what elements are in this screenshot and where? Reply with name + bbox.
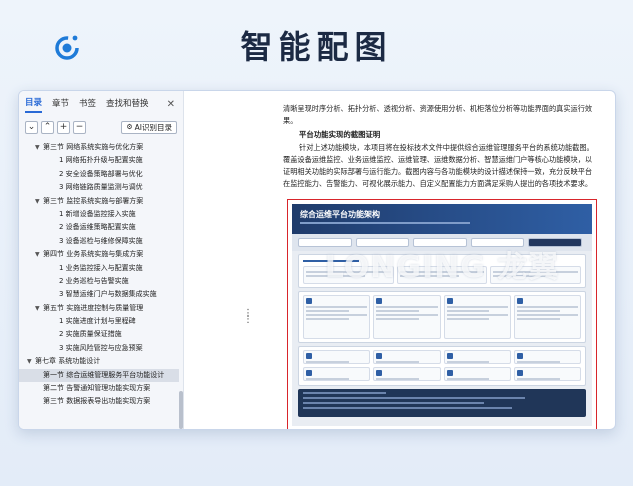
toc-item-label: 3 网络链路质量监测与调优 bbox=[59, 183, 143, 192]
selected-figure[interactable]: 综合运维平台功能架构 LONGING 龙翼 bbox=[287, 199, 597, 429]
toc-item[interactable]: 3 设备巡检与维修保障实施 bbox=[19, 235, 179, 248]
toc-item[interactable]: ▼ 第三节 网络系统实施与优化方案 bbox=[19, 141, 179, 154]
figure-card bbox=[373, 350, 441, 364]
toc-item-label: 3 实施风险管控与应急预案 bbox=[59, 343, 143, 352]
figure-card bbox=[513, 367, 581, 381]
tab-chapters[interactable]: 章节 bbox=[52, 97, 69, 112]
toc-item[interactable]: 1 实施进度计划与里程碑 bbox=[19, 315, 179, 328]
tab-find-replace[interactable]: 查找和替换 bbox=[106, 97, 149, 112]
toc-item[interactable]: 2 设备运维策略配置实施 bbox=[19, 221, 179, 234]
tab-bookmarks[interactable]: 书签 bbox=[79, 97, 96, 112]
ai-recognize-toc-button[interactable]: ⚙ AI识别目录 bbox=[121, 120, 177, 134]
figure-title: 综合运维平台功能架构 bbox=[300, 210, 380, 219]
expand-arrow-icon[interactable]: ▼ bbox=[35, 302, 43, 315]
expand-arrow-icon[interactable]: ▼ bbox=[35, 248, 43, 261]
toc-item-label: 1 网络拓扑升级与配置实施 bbox=[59, 156, 143, 165]
toc-item[interactable]: 2 安全设备策略部署与优化 bbox=[19, 168, 179, 181]
toc-item[interactable]: ▼ 第七章 系统功能设计 bbox=[19, 355, 179, 368]
doc-heading: 平台功能实现的截图证明 bbox=[299, 130, 381, 139]
toc-item[interactable]: 1 新增设备监控接入实施 bbox=[19, 208, 179, 221]
toc-scrollbar[interactable] bbox=[179, 391, 183, 429]
toc-item-label: 第七章 系统功能设计 bbox=[35, 357, 101, 366]
figure-card bbox=[303, 367, 371, 381]
toc-item[interactable]: ▼ 第五节 实施进度控制与质量管理 bbox=[19, 302, 179, 315]
document-page: 清晰呈现时序分析、拓扑分析、透视分析、资源使用分析、机柜落位分析等功能界面的真实… bbox=[251, 91, 607, 429]
toc-item[interactable]: 3 智慧运维门户与数据集成实施 bbox=[19, 288, 179, 301]
architecture-figure: 综合运维平台功能架构 LONGING 龙翼 bbox=[292, 204, 592, 426]
toc-list: ▼ 第三节 网络系统实施与优化方案 1 网络拓扑升级与配置实施 2 安全设备策略部署与… bbox=[19, 141, 179, 409]
navigation-panel: 目录 章节 书签 查找和替换 ✕ ⌄ ⌃ + − ⚙ AI识别目录 ▼ 第三节 网… bbox=[19, 91, 184, 429]
toc-item[interactable]: 1 网络拓扑升级与配置实施 bbox=[19, 154, 179, 167]
figure-section bbox=[298, 346, 586, 386]
toc-item[interactable]: 2 业务巡检与告警实施 bbox=[19, 275, 179, 288]
toc-item-label: 3 智慧运维门户与数据集成实施 bbox=[59, 290, 157, 299]
figure-card bbox=[303, 350, 371, 364]
toc-toolbar: ⌄ ⌃ + − ⚙ AI识别目录 bbox=[19, 117, 183, 137]
toc-item-label: 3 设备巡检与维修保障实施 bbox=[59, 236, 143, 245]
collapse-all-button[interactable]: ⌄ bbox=[25, 120, 38, 134]
toc-item-label: 2 设备运维策略配置实施 bbox=[59, 223, 136, 232]
toc-item-label: 1 业务监控接入与配置实施 bbox=[59, 263, 143, 272]
figure-card bbox=[443, 295, 511, 339]
figure-card bbox=[513, 350, 581, 364]
toc-item[interactable]: 第二节 告警通知管理功能实现方案 bbox=[19, 382, 179, 395]
close-icon[interactable]: ✕ bbox=[167, 99, 175, 110]
toc-item-label: 1 新增设备监控接入实施 bbox=[59, 209, 136, 218]
toc-item-label: 第三节 数据报表导出功能实现方案 bbox=[43, 397, 151, 406]
figure-card bbox=[513, 295, 581, 339]
tab-toc[interactable]: 目录 bbox=[25, 96, 43, 113]
toc-item[interactable]: 2 实施质量保证措施 bbox=[19, 328, 179, 341]
doc-paragraph: 清晰呈现时序分析、拓扑分析、透视分析、资源使用分析、机柜落位分析等功能界面的真实… bbox=[283, 104, 593, 125]
expand-arrow-icon[interactable]: ▼ bbox=[35, 195, 43, 208]
toc-item-label: 第五节 实施进度控制与质量管理 bbox=[43, 303, 144, 312]
panel-tabs: 目录 章节 书签 查找和替换 ✕ bbox=[19, 91, 183, 113]
figure-header: 综合运维平台功能架构 bbox=[292, 204, 592, 234]
toc-item[interactable]: 3 实施风险管控与应急预案 bbox=[19, 342, 179, 355]
doc-paragraph: 针对上述功能模块，本项目将在投标技术文件中提供综合运维管理服务平台的系统功能截图… bbox=[283, 143, 594, 188]
toc-item-label: 第三节 网络系统实施与优化方案 bbox=[43, 143, 144, 151]
figure-card bbox=[373, 295, 441, 339]
figure-subtitle-lines bbox=[300, 222, 584, 224]
toc-item-label: 第四节 业务系统实施与集成方案 bbox=[43, 250, 144, 259]
toc-item[interactable]: 第三节 数据报表导出功能实现方案 bbox=[19, 395, 179, 408]
toc-item-label: 2 实施质量保证措施 bbox=[59, 330, 122, 339]
ai-sparkle-icon: ⚙ bbox=[126, 122, 133, 131]
toc-item[interactable]: ▼ 第三节 监控系统实施与部署方案 bbox=[19, 195, 179, 208]
toc-item-label: 2 业务巡检与告警实施 bbox=[59, 276, 129, 285]
figure-card bbox=[443, 367, 511, 381]
page-title: 智能配图 bbox=[240, 28, 393, 66]
figure-section bbox=[298, 291, 586, 343]
toc-item-label: 2 安全设备策略部署与优化 bbox=[59, 169, 143, 178]
add-heading-button[interactable]: + bbox=[57, 120, 70, 134]
toc-item[interactable]: 3 网络链路质量监测与调优 bbox=[19, 181, 179, 194]
document-window: 目录 章节 书签 查找和替换 ✕ ⌄ ⌃ + − ⚙ AI识别目录 ▼ 第三节 网… bbox=[18, 90, 616, 430]
figure-footer bbox=[298, 389, 586, 417]
toc-item-label: 1 实施进度计划与里程碑 bbox=[59, 317, 136, 326]
figure-card bbox=[443, 350, 511, 364]
remove-heading-button[interactable]: − bbox=[73, 120, 86, 134]
figure-card bbox=[373, 367, 441, 381]
toc-item-label: 第一节 综合运维管理服务平台功能设计 bbox=[43, 370, 165, 379]
toc-item[interactable]: 第一节 综合运维管理服务平台功能设计 bbox=[19, 368, 179, 383]
figure-watermark: LONGING 龙翼 bbox=[324, 250, 560, 285]
figure-card bbox=[303, 295, 371, 339]
toc-item-label: 第三节 监控系统实施与部署方案 bbox=[43, 196, 144, 205]
expand-all-button[interactable]: ⌃ bbox=[41, 120, 54, 134]
toc-item[interactable]: 1 业务监控接入与配置实施 bbox=[19, 262, 179, 275]
expand-arrow-icon[interactable]: ▼ bbox=[35, 141, 43, 154]
toc-item[interactable]: ▼ 第四节 业务系统实施与集成方案 bbox=[19, 248, 179, 261]
toc-item-label: 第二节 告警通知管理功能实现方案 bbox=[43, 384, 151, 393]
expand-arrow-icon[interactable]: ▼ bbox=[27, 355, 35, 368]
ai-recognize-toc-label: AI识别目录 bbox=[134, 122, 172, 132]
